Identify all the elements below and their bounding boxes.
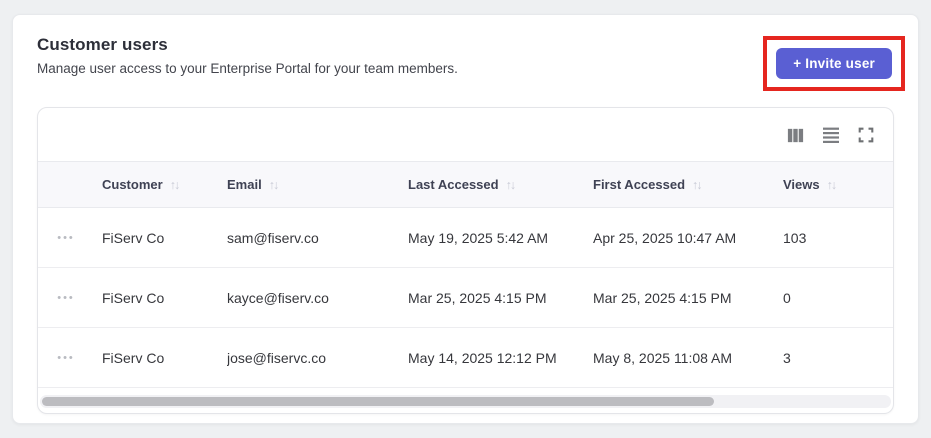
cell-last-accessed: May 14, 2025 12:12 PM — [408, 349, 557, 366]
row-menu-cell: ••• — [38, 228, 102, 248]
table-row: ••• FiServ Co kayce@fiserv.co Mar 25, 20… — [38, 268, 893, 328]
column-header-label: Views — [783, 177, 820, 192]
row-menu-button[interactable]: ••• — [55, 348, 77, 368]
row-menu-button[interactable]: ••• — [55, 288, 77, 308]
column-header-label: Email — [227, 177, 262, 192]
cell-last-accessed: May 19, 2025 5:42 AM — [408, 229, 549, 246]
cell-customer: FiServ Co — [102, 349, 165, 366]
table-toolbar — [38, 108, 893, 161]
table-row: ••• FiServ Co sam@fiserv.co May 19, 2025… — [38, 208, 893, 268]
users-table-container: Customer ↑↓ Email ↑↓ Last Accessed ↑↓ Fi… — [37, 107, 894, 414]
columns-icon — [787, 128, 804, 142]
column-header-last-accessed[interactable]: Last Accessed ↑↓ — [408, 177, 593, 192]
cell-email: sam@fiserv.co — [227, 229, 319, 246]
cell-email: kayce@fiserv.co — [227, 289, 329, 306]
column-header-views[interactable]: Views ↑↓ — [783, 177, 893, 192]
sort-icon[interactable]: ↑↓ — [506, 178, 517, 192]
column-visibility-button[interactable] — [784, 124, 807, 147]
cell-views: 3 — [783, 349, 791, 366]
cell-first-accessed: Mar 25, 2025 4:15 PM — [593, 289, 732, 306]
cell-customer: FiServ Co — [102, 289, 165, 306]
cell-email: jose@fiservc.co — [227, 349, 327, 366]
row-menu-button[interactable]: ••• — [55, 228, 77, 248]
fullscreen-icon — [858, 127, 874, 143]
column-header-label: First Accessed — [593, 177, 686, 192]
invite-user-highlight-box: + Invite user — [763, 36, 905, 91]
column-header-email[interactable]: Email ↑↓ — [227, 177, 408, 192]
horizontal-scrollbar-thumb[interactable] — [42, 397, 715, 406]
invite-user-button[interactable]: + Invite user — [776, 48, 892, 79]
column-header-label: Customer — [102, 177, 163, 192]
sort-icon[interactable]: ↑↓ — [827, 178, 838, 192]
row-density-button[interactable] — [819, 123, 843, 147]
table-body: ••• FiServ Co sam@fiserv.co May 19, 2025… — [38, 208, 893, 388]
table-row: ••• FiServ Co jose@fiservc.co May 14, 20… — [38, 328, 893, 388]
column-header-customer[interactable]: Customer ↑↓ — [102, 177, 227, 192]
cell-customer: FiServ Co — [102, 229, 165, 246]
table-header-row: Customer ↑↓ Email ↑↓ Last Accessed ↑↓ Fi… — [38, 161, 893, 208]
row-menu-cell: ••• — [38, 288, 102, 308]
page-subtitle: Manage user access to your Enterprise Po… — [37, 61, 458, 76]
customer-users-card: Customer users Manage user access to you… — [12, 14, 919, 424]
cell-first-accessed: May 8, 2025 11:08 AM — [593, 349, 733, 366]
row-menu-cell: ••• — [38, 348, 102, 368]
heading-block: Customer users Manage user access to you… — [37, 35, 458, 76]
density-icon — [823, 127, 839, 143]
sort-icon[interactable]: ↑↓ — [170, 178, 181, 192]
horizontal-scrollbar[interactable] — [40, 395, 891, 408]
page-title: Customer users — [37, 35, 168, 54]
cell-first-accessed: Apr 25, 2025 10:47 AM — [593, 229, 737, 246]
column-header-label: Last Accessed — [408, 177, 499, 192]
sort-icon[interactable]: ↑↓ — [269, 178, 280, 192]
cell-views: 0 — [783, 289, 791, 306]
card-header: Customer users Manage user access to you… — [13, 15, 918, 103]
cell-views: 103 — [783, 229, 807, 246]
cell-last-accessed: Mar 25, 2025 4:15 PM — [408, 289, 547, 306]
sort-icon[interactable]: ↑↓ — [692, 178, 703, 192]
fullscreen-button[interactable] — [855, 124, 877, 146]
column-header-first-accessed[interactable]: First Accessed ↑↓ — [593, 177, 783, 192]
